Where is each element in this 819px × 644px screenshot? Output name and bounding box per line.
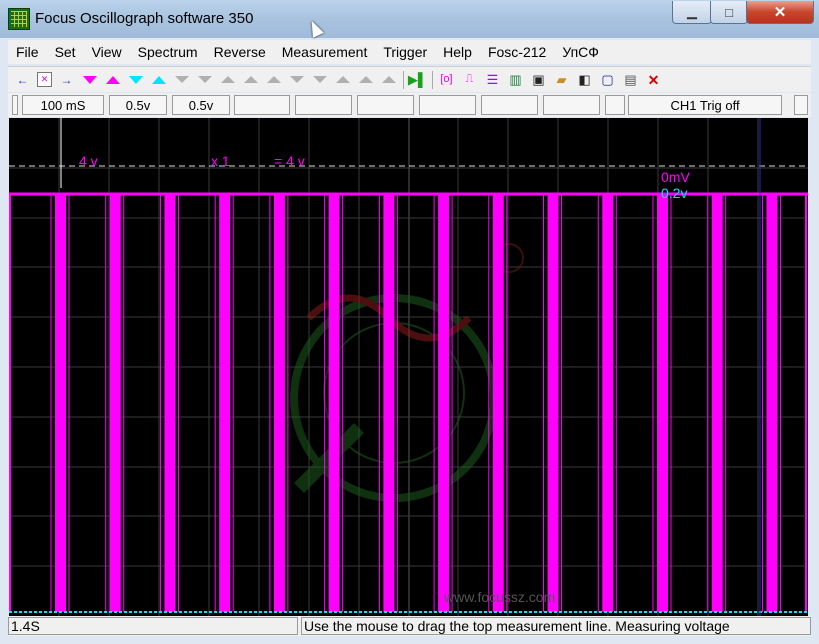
minimize-button[interactable]: ▁ [672, 1, 712, 24]
watermark-url: www.focussz.com [443, 589, 555, 605]
menu-trigger[interactable]: Trigger [375, 44, 435, 60]
ch1-pulse [273, 194, 285, 612]
table-icon[interactable]: ☰ [484, 71, 501, 88]
run-icon[interactable]: ▶▌ [408, 71, 427, 88]
ch1-pulse [656, 194, 668, 612]
trigger-status-field: CH1 Trig off [628, 95, 782, 115]
ch1-offset-label: 0mV [661, 169, 690, 185]
result-label: = 4 v [274, 153, 305, 169]
delete-icon[interactable]: ✕ [645, 71, 662, 88]
zoom-fit-icon[interactable]: ✕ [37, 72, 52, 87]
arrow-right-icon[interactable]: → [58, 71, 75, 88]
ch7-down-icon[interactable] [358, 76, 373, 83]
waveform-canvas[interactable]: 4 v x 1 = 4 v 0mV 0.2v www.focussz.com [9, 118, 808, 616]
ch2-down-icon[interactable] [128, 75, 143, 84]
app-logo-icon [8, 8, 30, 30]
settings-cell-empty [481, 95, 538, 115]
ch2-up-icon[interactable] [151, 75, 166, 84]
menu-view[interactable]: View [84, 44, 130, 60]
ch1-pulse [547, 194, 559, 612]
menu-file[interactable]: File [8, 44, 47, 60]
ch2-volts-field[interactable]: 0.5v [172, 95, 230, 115]
ch1-pulse [492, 194, 504, 612]
settings-cell-empty [605, 95, 625, 115]
ch7-up-icon[interactable] [381, 76, 396, 83]
title-bar[interactable]: Focus Oscillograph software 350 ▁ □ ✕ [0, 0, 819, 38]
maximize-button[interactable]: □ [710, 1, 748, 24]
settings-bar: 100 mS 0.5v 0.5v CH1 Trig off [8, 93, 811, 117]
ch1-volts-field[interactable]: 0.5v [109, 95, 167, 115]
ch1-pulse [328, 194, 340, 612]
settings-cell-empty [12, 95, 18, 115]
ch5-down-icon[interactable] [266, 76, 281, 83]
hint-text: Use the mouse to drag the top measuremen… [301, 617, 811, 635]
settings-cell-empty [295, 95, 352, 115]
menu-set[interactable]: Set [47, 44, 84, 60]
ch5-up-icon[interactable] [289, 76, 304, 83]
time-position-readout: 1.4S [8, 617, 298, 635]
menu-spectrum[interactable]: Spectrum [130, 44, 206, 60]
print-icon[interactable]: ▥ [507, 71, 524, 88]
menu-bar: File Set View Spectrum Reverse Measureme… [8, 40, 811, 64]
settings-cell-empty [234, 95, 290, 115]
pulse-icon[interactable]: ⎍ [461, 71, 478, 88]
close-button[interactable]: ✕ [746, 1, 814, 24]
ch1-pulse [109, 194, 121, 612]
arrow-left-icon[interactable]: ← [14, 71, 31, 88]
ch1-down-icon[interactable] [82, 75, 97, 84]
ch1-pulse [438, 194, 450, 612]
ch1-pulse [219, 194, 231, 612]
timebase-field[interactable]: 100 mS [22, 95, 104, 115]
export-icon[interactable]: ▤ [622, 71, 639, 88]
ch6-up-icon[interactable] [335, 76, 350, 83]
ch3-down-icon[interactable] [174, 76, 189, 83]
menu-fosc-212[interactable]: Fosc-212 [480, 44, 554, 60]
open-folder-icon[interactable]: ▰ [553, 71, 570, 88]
ch1-pulse [55, 194, 66, 612]
toolbar-separator [403, 70, 404, 89]
frame-icon[interactable]: ▢ [599, 71, 616, 88]
save-icon[interactable]: ▣ [530, 71, 547, 88]
settings-cell-empty [794, 95, 808, 115]
ch1-pulse [711, 194, 723, 612]
oscilloscope-display[interactable]: 4 v x 1 = 4 v 0mV 0.2v www.focussz.com [9, 118, 808, 616]
ch3-up-icon[interactable] [197, 76, 212, 83]
capture-icon[interactable]: [o] [438, 71, 455, 88]
ch1-pulse [383, 194, 395, 612]
app-window: Focus Oscillograph software 350 ▁ □ ✕ Fi… [0, 0, 819, 644]
ch1-pulse [766, 194, 778, 612]
ch1-up-icon[interactable] [105, 75, 120, 84]
window-title: Focus Oscillograph software 350 [35, 10, 254, 27]
menu-reverse[interactable]: Reverse [206, 44, 274, 60]
ch6-down-icon[interactable] [312, 76, 327, 83]
settings-cell-empty [419, 95, 476, 115]
ch4-up-icon[interactable] [243, 76, 258, 83]
toolbar-separator [432, 70, 433, 89]
ch1-pulse [602, 194, 614, 612]
ch1-pulse [164, 194, 176, 612]
contrast-icon[interactable]: ◧ [576, 71, 593, 88]
menu-help[interactable]: Help [435, 44, 480, 60]
ch4-down-icon[interactable] [220, 76, 235, 83]
ch1-scale-label: 4 v [79, 153, 98, 169]
ch2-offset-label: 0.2v [661, 185, 687, 201]
settings-cell-empty [543, 95, 600, 115]
menu-measurement[interactable]: Measurement [274, 44, 376, 60]
multiplier-label: x 1 [211, 153, 230, 169]
menu-upsf[interactable]: УпСФ [554, 44, 607, 60]
toolbar: ← ✕ → ▶▌ [o] ⎍ ☰ ▥ ▣ ▰ ◧ ▢ ▤ ✕ [8, 66, 811, 92]
settings-cell-empty [357, 95, 414, 115]
status-bar: 1.4S Use the mouse to drag the top measu… [8, 616, 811, 636]
